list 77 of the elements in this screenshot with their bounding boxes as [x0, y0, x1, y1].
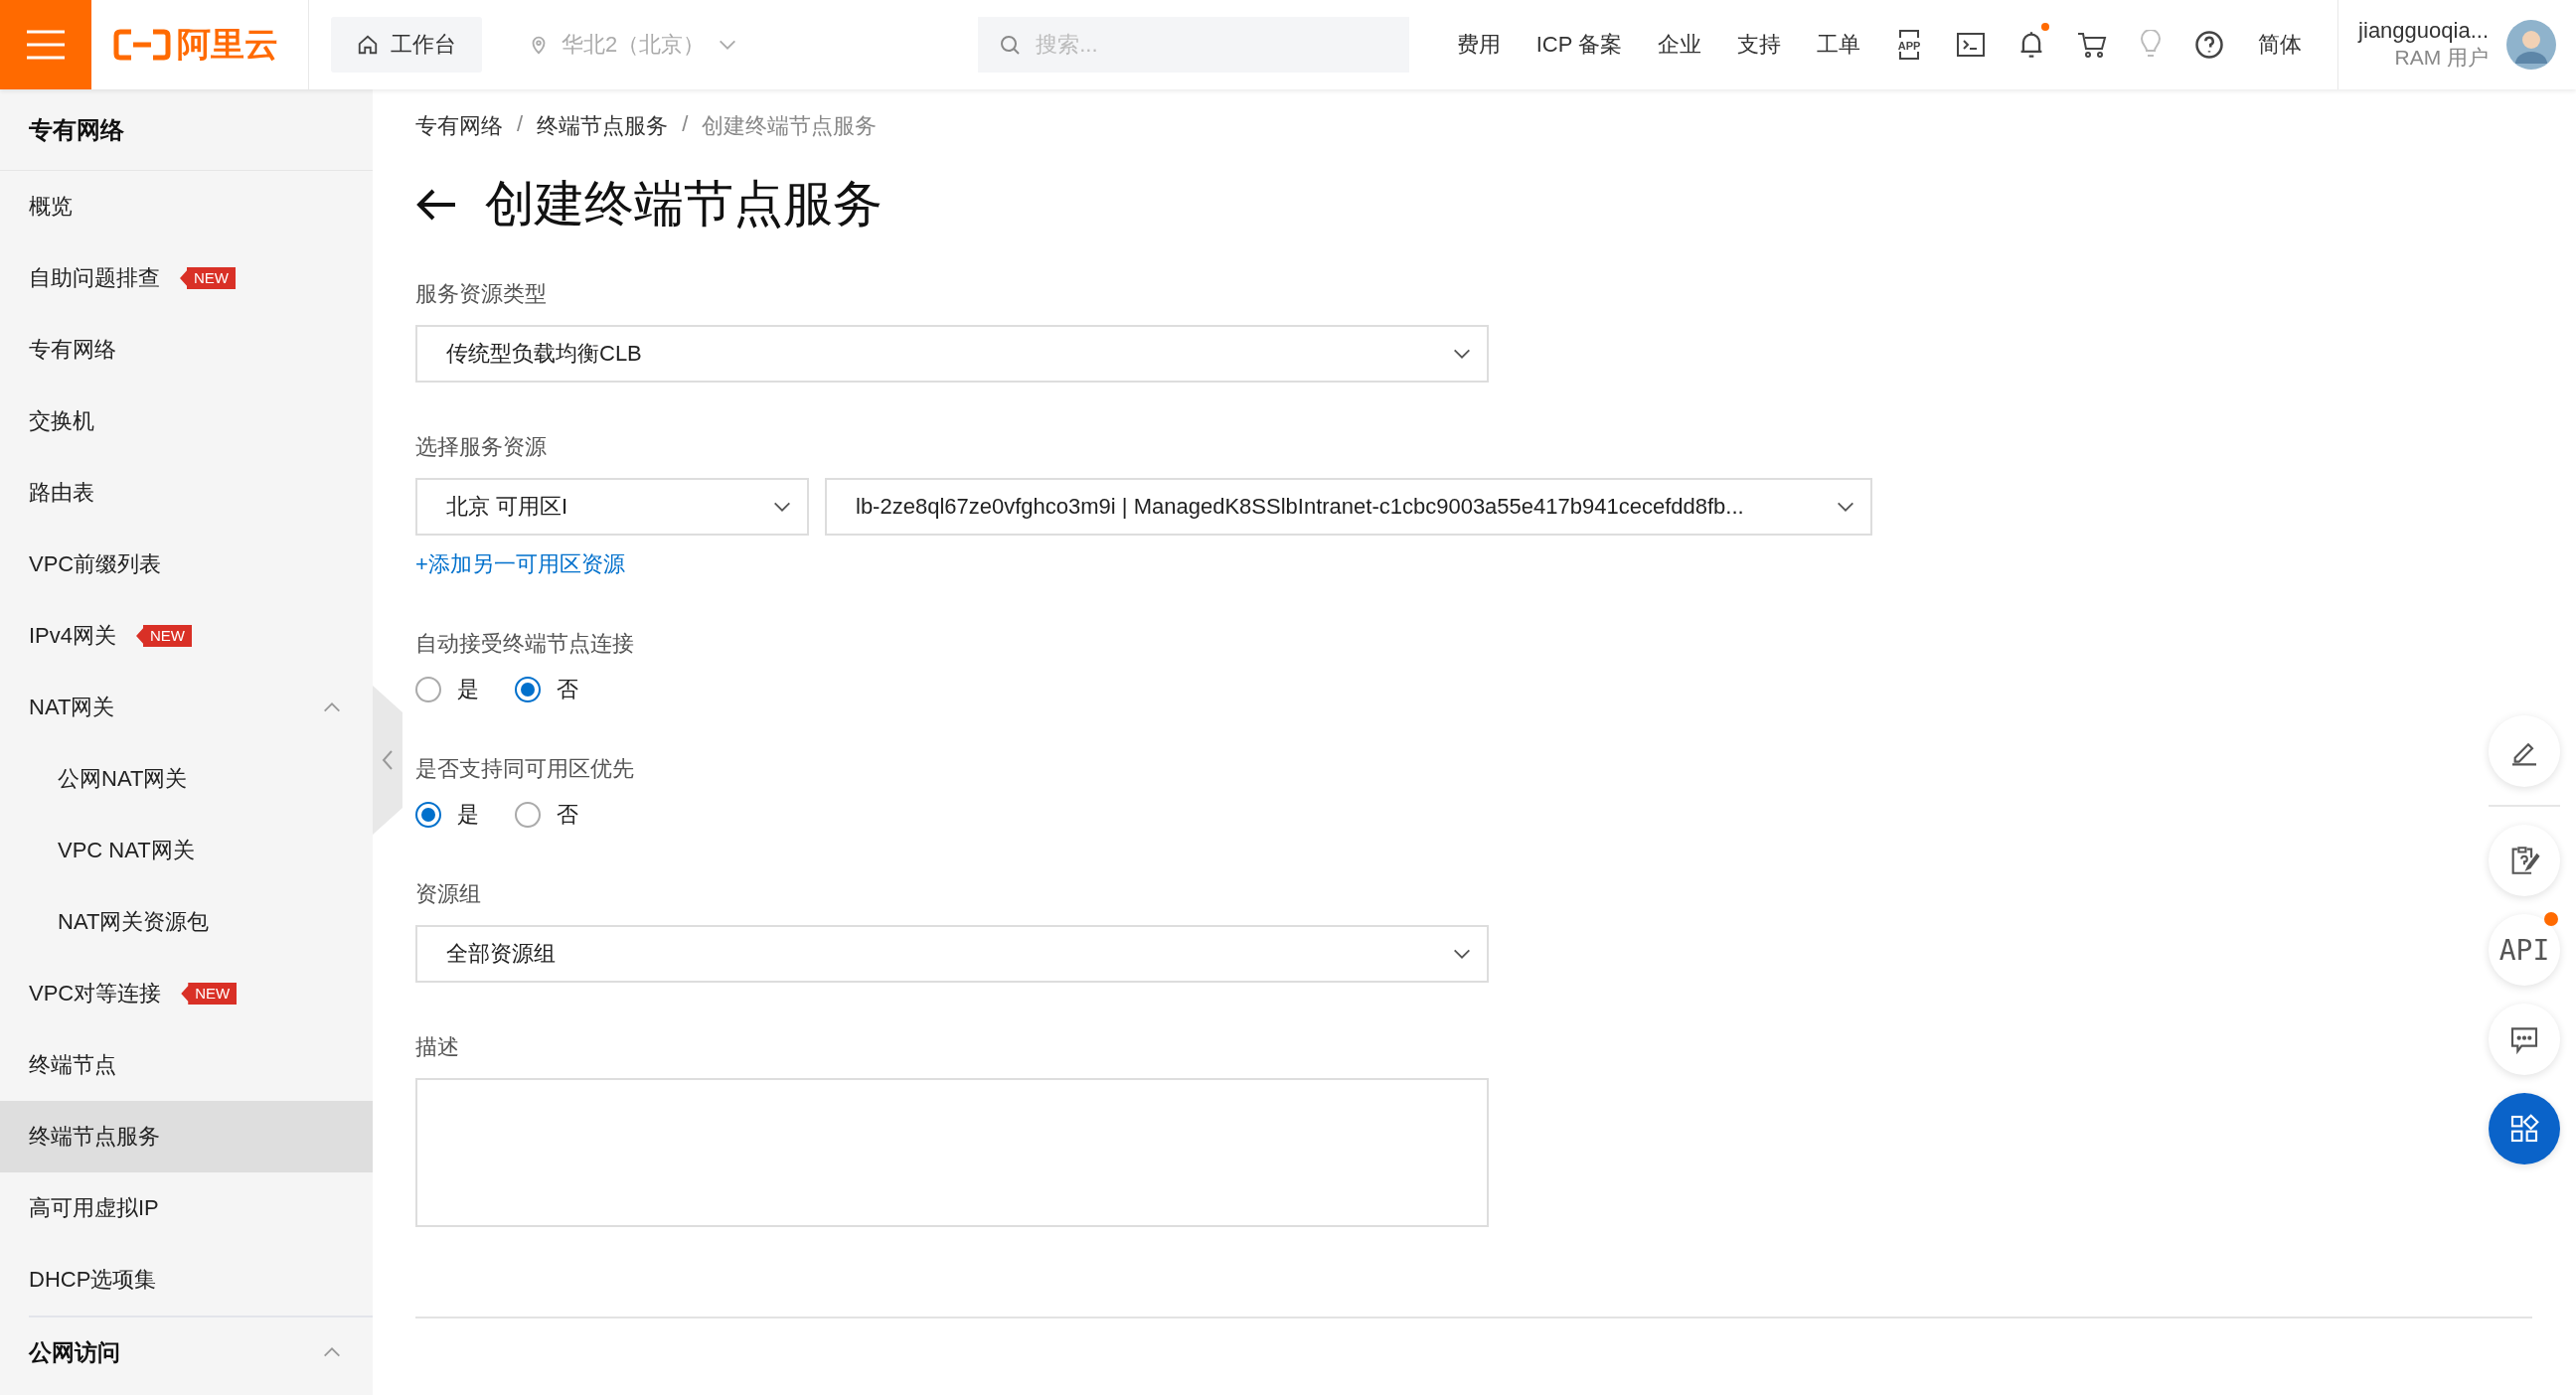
new-badge: NEW: [181, 983, 238, 1005]
chevron-left-icon: [381, 748, 395, 772]
breadcrumb-separator: /: [682, 111, 689, 138]
terminal-icon: [1956, 31, 1987, 59]
radio-button[interactable]: [415, 677, 441, 702]
workbench-button[interactable]: 工作台: [330, 17, 482, 73]
sidebar-item[interactable]: DHCP选项集: [0, 1244, 373, 1316]
app-button[interactable]: APP: [1878, 17, 1941, 73]
cart-icon: [2077, 31, 2108, 59]
add-zone-link[interactable]: +添加另一可用区资源: [415, 549, 2532, 579]
sidebar-item[interactable]: NAT网关: [0, 672, 373, 743]
page-title: 创建终端节点服务: [485, 175, 883, 233]
sidebar-title: 专有网络: [0, 89, 373, 171]
new-badge: NEW: [180, 267, 236, 289]
apps-button[interactable]: [2489, 1093, 2560, 1164]
nav-link[interactable]: ICP 备案: [1518, 30, 1641, 60]
logo-text: 阿里云: [176, 24, 278, 65]
home-icon: [356, 34, 379, 56]
radio-button[interactable]: [415, 802, 441, 828]
language-link[interactable]: 简体: [2240, 30, 2321, 60]
sidebar-item[interactable]: 终端节点: [0, 1029, 373, 1101]
sidebar-item[interactable]: 交换机: [0, 386, 373, 457]
sidebar-item[interactable]: 终端节点服务: [0, 1101, 373, 1172]
sidebar-item[interactable]: 自助问题排查 NEW: [0, 242, 373, 314]
field-label: 选择服务资源: [415, 433, 547, 461]
feedback-button[interactable]: [2489, 825, 2560, 896]
api-button[interactable]: API: [2489, 914, 2560, 986]
sidebar-item[interactable]: VPC NAT网关: [0, 815, 373, 886]
zone-select[interactable]: 北京 可用区I: [415, 478, 809, 536]
search-field[interactable]: 搜索...: [978, 17, 1409, 73]
sidebar-item[interactable]: VPC对等连接 NEW: [0, 958, 373, 1029]
select-field[interactable]: 全部资源组: [415, 925, 1489, 983]
new-badge: NEW: [136, 625, 193, 647]
nav-link[interactable]: 费用: [1438, 30, 1519, 60]
breadcrumb-separator: /: [517, 111, 524, 138]
field-label: 自动接受终端节点连接: [415, 630, 634, 658]
sidebar-item[interactable]: IPv4网关 NEW: [0, 600, 373, 672]
field-label: 是否支持同可用区优先: [415, 755, 634, 783]
sidebar-item[interactable]: NAT网关资源包: [0, 886, 373, 958]
sidebar-item[interactable]: 公网NAT网关: [0, 743, 373, 815]
logo-icon: [112, 29, 171, 61]
radio-option[interactable]: 是: [415, 800, 479, 830]
resource-select[interactable]: lb-2ze8ql67ze0vfghco3m9i | ManagedK8SSlbIntranet-c1cbc9003a55e417b941cecefdd8fb...: [825, 478, 1872, 536]
chat-button[interactable]: [2489, 1004, 2560, 1075]
nav-link[interactable]: 企业: [1640, 30, 1720, 60]
breadcrumb-item[interactable]: 终端节点服务: [537, 111, 669, 141]
nav-link[interactable]: 支持: [1719, 30, 1800, 60]
sidebar-item[interactable]: VPC前缀列表: [0, 529, 373, 600]
select-field[interactable]: 传统型负载均衡CLB: [415, 325, 1489, 383]
sidebar-item[interactable]: 高可用虚拟IP: [0, 1172, 373, 1244]
apps-icon: [2508, 1113, 2540, 1145]
field-label: 服务资源类型: [415, 280, 547, 308]
breadcrumb-item[interactable]: 专有网络: [415, 111, 503, 141]
sidebar-item[interactable]: 专有网络: [0, 314, 373, 386]
sidebar-item[interactable]: 路由表: [0, 457, 373, 529]
back-button[interactable]: [415, 187, 457, 222]
radio-button[interactable]: [515, 802, 541, 828]
radio-option[interactable]: 否: [515, 675, 578, 704]
radio-option[interactable]: 否: [515, 800, 578, 830]
menu-icon: [26, 30, 65, 60]
user-role: RAM 用户: [2394, 45, 2489, 71]
breadcrumb-item[interactable]: 创建终端节点服务: [702, 111, 878, 141]
help-icon: [2194, 30, 2225, 60]
sidebar-section[interactable]: 公网访问: [29, 1316, 373, 1387]
nav-link[interactable]: 工单: [1799, 30, 1879, 60]
description-field[interactable]: [415, 1078, 1489, 1227]
back-arrow-icon: [415, 187, 457, 222]
radio-option[interactable]: 是: [415, 675, 479, 704]
lightbulb-icon: [2139, 30, 2164, 60]
avatar-icon[interactable]: [2506, 20, 2556, 70]
radio-button[interactable]: [515, 677, 541, 702]
user-name: jiangguoqia...: [2358, 18, 2489, 44]
edit-button[interactable]: [2489, 715, 2560, 787]
field-label: 资源组: [415, 880, 481, 908]
menu-button[interactable]: [0, 0, 91, 89]
sidebar-item[interactable]: 概览: [0, 171, 373, 242]
field-label: 描述: [415, 1033, 459, 1061]
